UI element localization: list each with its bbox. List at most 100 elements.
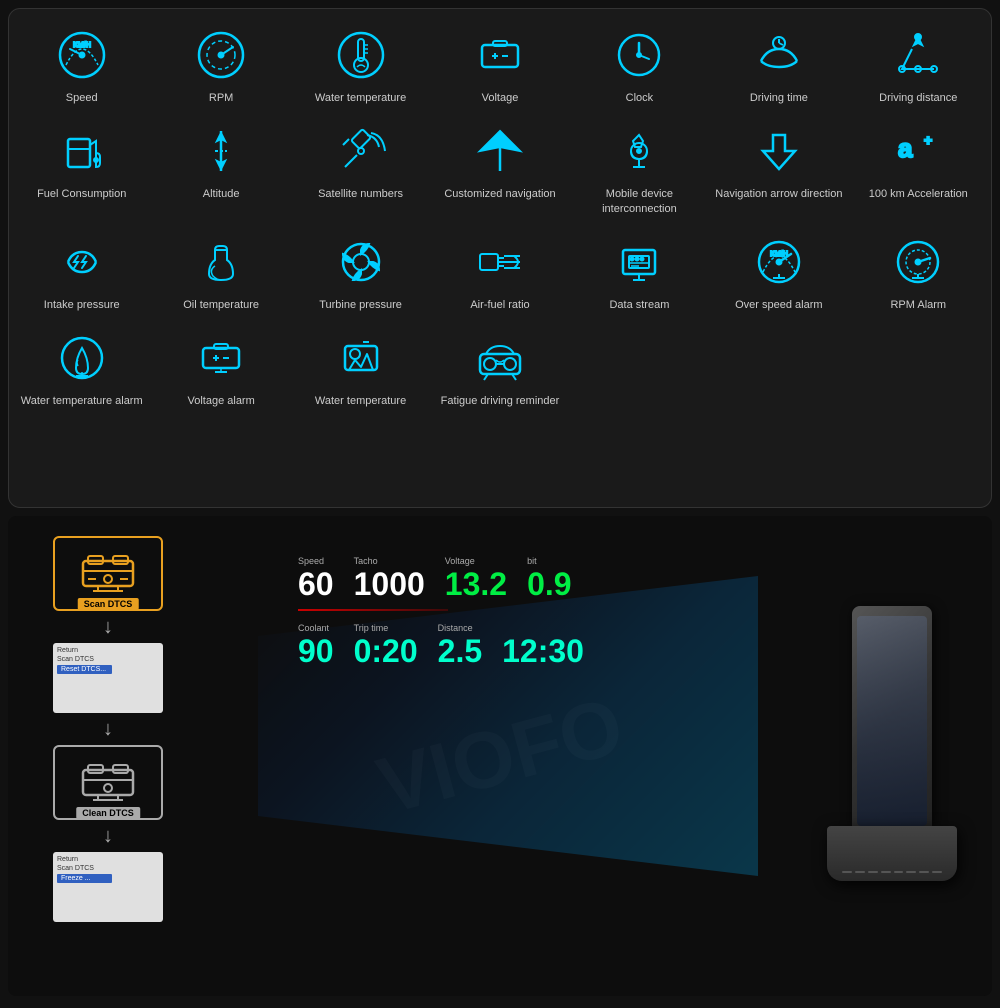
mobile-label: Mobile device interconnection xyxy=(576,187,703,216)
icon-over-speed: KM/H Over speed alarm xyxy=(711,226,846,318)
vent-8 xyxy=(932,871,942,873)
empty-cell-3 xyxy=(851,322,986,414)
altitude-icon xyxy=(191,121,251,181)
rpm-alarm-label: RPM Alarm xyxy=(890,298,946,312)
hud-coolant-value: 90 xyxy=(298,635,334,667)
hud-distance-col: Distance 2.5 xyxy=(438,623,482,667)
hud-speed-label: Speed xyxy=(298,556,324,566)
rpm-alarm-icon xyxy=(888,232,948,292)
fatigue-label: Fatigue driving reminder xyxy=(441,394,560,408)
vent-3 xyxy=(868,871,878,873)
nav-arrow-icon xyxy=(749,121,809,181)
icon-rpm: RPM xyxy=(153,19,288,111)
vent-5 xyxy=(894,871,904,873)
hud-time-value: 12:30 xyxy=(502,635,584,667)
scan-dtcs-icon: Scan DTCS xyxy=(53,536,163,611)
hud-trip-label: Trip time xyxy=(354,623,389,633)
hud-bottom-row: Coolant 90 Trip time 0:20 Distance 2.5 .… xyxy=(288,615,608,675)
voltage-alarm-icon xyxy=(191,328,251,388)
screen2-line1: Return xyxy=(57,856,78,863)
icon-oil-temp: Oil temperature xyxy=(153,226,288,318)
screen1-line1: Return xyxy=(57,647,78,654)
hud-tacho-label: Tacho xyxy=(354,556,378,566)
oil-temp-icon xyxy=(191,232,251,292)
icon-rpm-alarm: RPM Alarm xyxy=(851,226,986,318)
water-temp2-icon xyxy=(331,328,391,388)
water-temp-alarm-icon xyxy=(52,328,112,388)
hud-coolant-col: Coolant 90 xyxy=(298,623,334,667)
screen2-button: Freeze ... xyxy=(57,874,112,883)
scan-dtcs-label: Scan DTCS xyxy=(78,598,139,610)
vent-4 xyxy=(881,871,891,873)
speed-label: Speed xyxy=(66,91,98,105)
hud-divider xyxy=(298,609,448,611)
device-base xyxy=(827,826,957,881)
hud-speed-value: 60 xyxy=(298,568,334,600)
driving-time-label: Driving time xyxy=(750,91,808,105)
intake-label: Intake pressure xyxy=(44,298,120,312)
data-stream-label: Data stream xyxy=(609,298,669,312)
screen1-line2: Scan DTCS xyxy=(57,656,94,663)
icon-driving-distance: Driving distance xyxy=(851,19,986,111)
icon-grid: KM/H Speed RPM xyxy=(14,19,986,414)
device-body xyxy=(852,606,932,826)
custom-nav-label: Customized navigation xyxy=(444,187,555,201)
screen-box-2: Return Scan DTCS Freeze ... xyxy=(53,852,163,922)
dtc-flow: Scan DTCS ↓ Return Scan DTCS Reset DTCS.… xyxy=(8,516,208,996)
voltage-icon xyxy=(470,25,530,85)
hud-trip-col: Trip time 0:20 xyxy=(354,623,418,667)
water-temp-icon xyxy=(331,25,391,85)
air-fuel-label: Air-fuel ratio xyxy=(470,298,529,312)
icon-driving-time: Driving time xyxy=(711,19,846,111)
arrow-3: ↓ xyxy=(103,826,113,846)
voltage-label: Voltage xyxy=(482,91,519,105)
satellite-icon xyxy=(331,121,391,181)
icon-voltage-alarm: Voltage alarm xyxy=(153,322,288,414)
fuel-label: Fuel Consumption xyxy=(37,187,126,201)
svg-text:KM/H: KM/H xyxy=(73,42,91,49)
hud-speed-col: Speed 60 xyxy=(298,556,334,600)
hud-bit-value: 0.9 xyxy=(527,568,571,600)
device-vents xyxy=(842,871,942,873)
vent-6 xyxy=(906,871,916,873)
clean-dtcs-icon: Clean DTCS xyxy=(53,745,163,820)
empty-cell-2 xyxy=(711,322,846,414)
icon-water-temp2: Water temperature xyxy=(293,322,428,414)
icon-water-temp-alarm: Water temperature alarm xyxy=(14,322,149,414)
100km-label: 100 km Acceleration xyxy=(869,187,968,201)
icon-mobile: Mobile device interconnection xyxy=(572,115,707,222)
vent-1 xyxy=(842,871,852,873)
voltage-alarm-label: Voltage alarm xyxy=(188,394,255,408)
rpm-icon xyxy=(191,25,251,85)
over-speed-label: Over speed alarm xyxy=(735,298,822,312)
hud-top-row: Speed 60 Tacho 1000 Voltage 13.2 bit 0.9 xyxy=(288,546,608,605)
icon-satellite: Satellite numbers xyxy=(293,115,428,222)
hud-display: Speed 60 Tacho 1000 Voltage 13.2 bit 0.9 xyxy=(288,546,608,846)
fuel-icon xyxy=(52,121,112,181)
clean-dtcs-label: Clean DTCS xyxy=(76,807,140,819)
icon-altitude: Altitude xyxy=(153,115,288,222)
satellite-label: Satellite numbers xyxy=(318,187,403,201)
hud-coolant-label: Coolant xyxy=(298,623,329,633)
hud-tacho-col: Tacho 1000 xyxy=(354,556,425,600)
icon-water-temp: Water temperature xyxy=(293,19,428,111)
vent-7 xyxy=(919,871,929,873)
svg-text:a: a xyxy=(898,133,913,163)
clock-label: Clock xyxy=(626,91,654,105)
hud-trip-value: 0:20 xyxy=(354,635,418,667)
intake-icon xyxy=(52,232,112,292)
features-panel: KM/H Speed RPM xyxy=(8,8,992,508)
icon-data-stream: Data stream xyxy=(572,226,707,318)
screen1-button: Reset DTCS... xyxy=(57,665,112,674)
svg-text:+: + xyxy=(924,132,932,148)
vent-2 xyxy=(855,871,865,873)
screen2-line2: Scan DTCS xyxy=(57,865,94,872)
speed-icon: KM/H xyxy=(52,25,112,85)
hud-voltage-value: 13.2 xyxy=(445,568,507,600)
icon-nav-arrow: Navigation arrow direction xyxy=(711,115,846,222)
hud-tacho-value: 1000 xyxy=(354,568,425,600)
nav-arrow-label: Navigation arrow direction xyxy=(715,187,842,201)
hud-device xyxy=(812,606,972,906)
data-stream-icon xyxy=(609,232,669,292)
driving-distance-label: Driving distance xyxy=(879,91,957,105)
